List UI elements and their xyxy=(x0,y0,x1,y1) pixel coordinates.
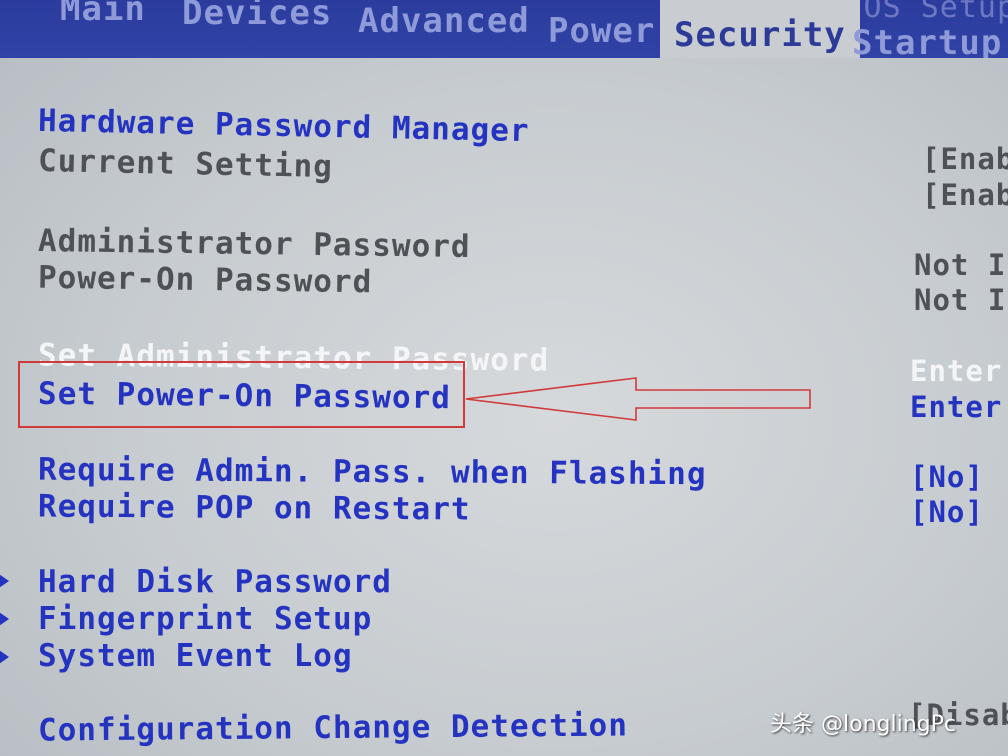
annotation-arrow-icon xyxy=(465,377,811,421)
tab-advanced[interactable]: Advanced xyxy=(358,4,530,38)
watermark: 头条 @longlingPc xyxy=(770,712,956,737)
menu-bar: Lenovo BIOS Setup Main Devices Advanced … xyxy=(0,0,1008,58)
hardware-password-manager-label[interactable]: Hardware Password Manager xyxy=(38,103,530,149)
current-setting-value: [Enab xyxy=(922,178,1008,212)
submenu-system-event-log[interactable]: System Event Log xyxy=(38,638,353,674)
administrator-password-label: Administrator Password xyxy=(37,222,471,266)
current-setting-label: Current Setting xyxy=(37,142,334,186)
tab-devices[interactable]: Devices xyxy=(182,0,332,30)
tab-power[interactable]: Power xyxy=(548,14,655,48)
require-admin-pass-flashing-value[interactable]: [No] xyxy=(910,460,984,494)
submenu-arrow-icon xyxy=(0,610,9,628)
tab-main[interactable]: Main xyxy=(60,0,146,26)
hardware-password-manager-value: [Enab xyxy=(922,142,1008,176)
power-on-password-status: Not In xyxy=(914,283,1008,317)
submenu-arrow-icon xyxy=(0,648,9,666)
submenu-hard-disk-password[interactable]: Hard Disk Password xyxy=(38,564,392,600)
power-on-password-label: Power-On Password xyxy=(37,259,373,301)
require-pop-on-restart-item[interactable]: Require POP on Restart xyxy=(38,488,471,527)
annotation-highlight-box xyxy=(18,361,465,428)
submenu-arrow-icon xyxy=(0,572,9,590)
require-admin-pass-flashing-item[interactable]: Require Admin. Pass. when Flashing xyxy=(38,452,707,493)
tab-startup[interactable]: Startup xyxy=(852,26,1002,58)
configuration-change-detection-item[interactable]: Configuration Change Detection xyxy=(38,707,628,748)
administrator-password-status: Not In xyxy=(914,248,1008,282)
tab-security[interactable]: Security xyxy=(660,0,860,58)
require-pop-on-restart-value[interactable]: [No] xyxy=(910,495,984,529)
set-administrator-password-value: Enter xyxy=(910,354,1003,388)
submenu-fingerprint-setup[interactable]: Fingerprint Setup xyxy=(38,601,372,637)
set-power-on-password-value: Enter xyxy=(910,390,1003,424)
